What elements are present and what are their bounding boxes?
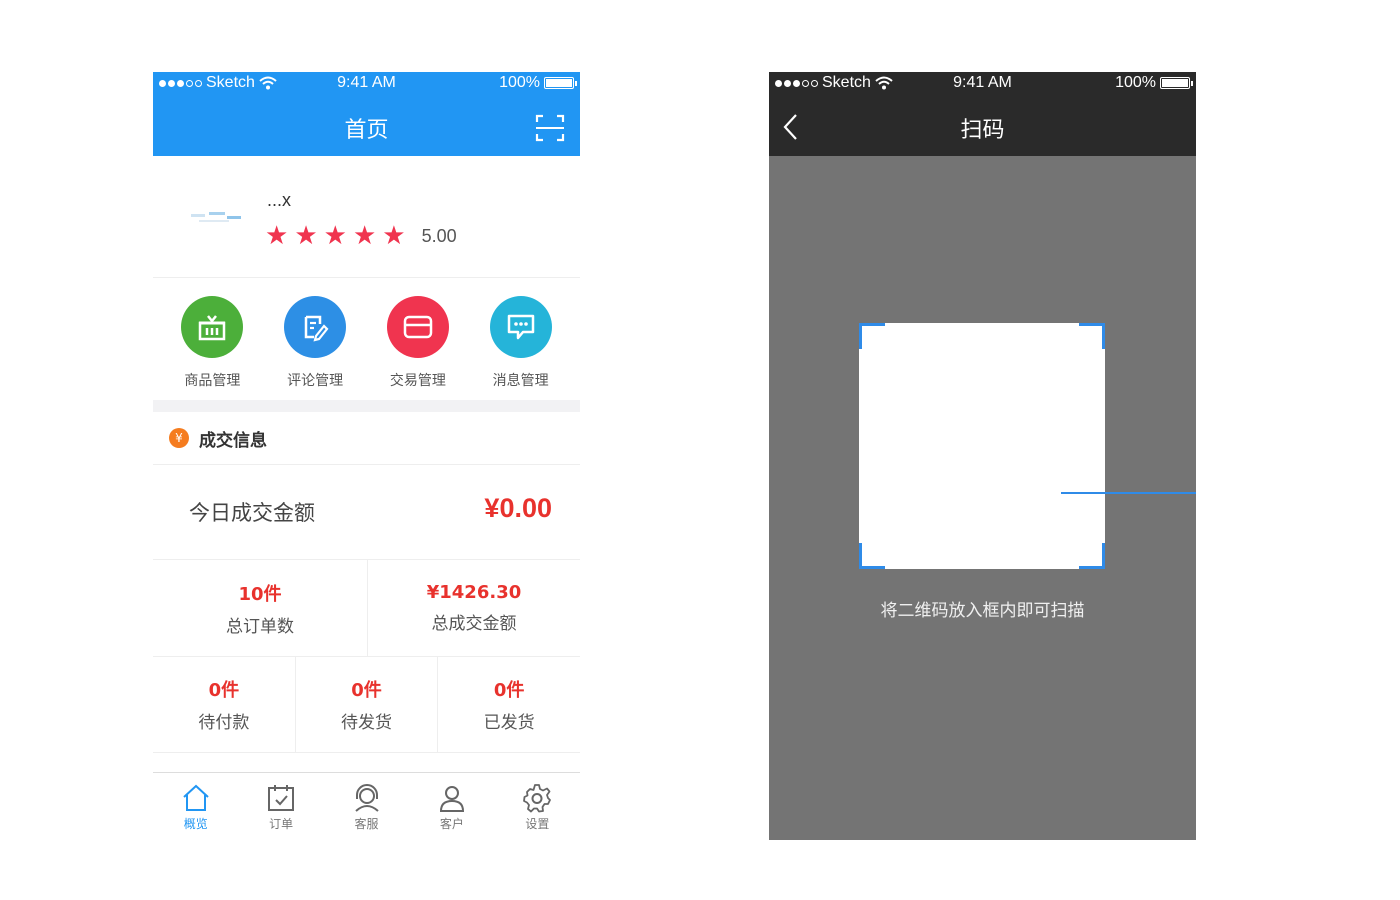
edit-note-icon (284, 296, 347, 358)
star-icon: ★ (265, 221, 289, 251)
frame-corner (859, 323, 885, 349)
tab-service[interactable]: 客服 (324, 773, 409, 840)
shop-logo (191, 212, 241, 222)
quick-action-goods[interactable]: 商品管理 (167, 278, 257, 400)
stat-value: 0件 (208, 680, 240, 701)
yen-icon: ¥ (169, 428, 189, 448)
tab-overview[interactable]: 概览 (153, 773, 238, 840)
scan-line (1061, 492, 1196, 494)
stat-value: 0件 (351, 680, 382, 701)
star-icon: ★ (323, 221, 347, 251)
scan-icon (535, 114, 565, 142)
page-title: 扫码 (960, 118, 1005, 143)
tab-label: 客服 (354, 817, 379, 831)
tab-label: 设置 (525, 817, 550, 831)
battery-icon (544, 77, 577, 89)
stat-value: ¥1426.30 (426, 582, 522, 603)
stat-label: 待发货 (341, 713, 392, 733)
battery-label: 100% (1115, 74, 1156, 91)
scan-button[interactable] (534, 112, 566, 144)
scan-header: Sketch 9:41 AM 100% 扫码 (769, 72, 1196, 156)
headset-icon (354, 784, 379, 812)
page-title: 首页 (344, 118, 389, 143)
quick-action-label: 交易管理 (389, 373, 446, 389)
stat-label: 待付款 (198, 713, 250, 733)
tab-settings[interactable]: 设置 (495, 773, 580, 840)
stat-label: 总订单数 (226, 616, 294, 637)
today-sales-label: 今日成交金额 (189, 501, 315, 525)
today-sales: 今日成交金额 ¥0.00 (153, 465, 580, 560)
section-title: 成交信息 (199, 430, 267, 451)
rating-stars: ★ ★ ★ ★ ★ 5.00 (265, 220, 457, 252)
quick-action-label: 消息管理 (492, 373, 549, 389)
shop-name: ...x (267, 190, 292, 210)
tab-label: 订单 (269, 817, 294, 831)
stat-value: 10件 (238, 583, 282, 605)
star-icon: ★ (382, 221, 406, 251)
status-bar: Sketch 9:41 AM 100% (769, 72, 1196, 94)
stat-pending-payment[interactable]: 0件 待付款 (153, 657, 295, 752)
tab-label: 客户 (439, 817, 464, 831)
section-header: ¥ 成交信息 (153, 412, 580, 465)
user-icon (439, 786, 464, 812)
battery-icon (1160, 77, 1193, 89)
shop-profile[interactable]: ...x ★ ★ ★ ★ ★ 5.00 (153, 156, 580, 278)
section-divider (153, 400, 580, 412)
tab-customers[interactable]: 客户 (409, 773, 494, 840)
frame-corner (1079, 543, 1105, 569)
home-screen: Sketch 9:41 AM 100% 首页 ...x ★ ★ ★ ★ ★ 5.… (153, 72, 580, 840)
chat-icon (489, 296, 552, 358)
stat-label: 已发货 (483, 713, 535, 733)
tab-label: 概览 (183, 817, 208, 831)
stat-total-amount[interactable]: ¥1426.30 总成交金额 (367, 560, 580, 656)
gear-icon (523, 784, 552, 813)
quick-action-label: 商品管理 (184, 373, 241, 389)
calendar-check-icon (268, 785, 295, 811)
stat-pending-shipment[interactable]: 0件 待发货 (294, 657, 438, 752)
scan-screen: Sketch 9:41 AM 100% 扫码 将二维码放入框内即可扫描 (769, 72, 1196, 840)
stat-label: 总成交金额 (431, 614, 517, 634)
stats-row-totals: 10件 总订单数 ¥1426.30 总成交金额 (153, 560, 580, 657)
basket-icon (181, 296, 244, 358)
quick-action-label: 评论管理 (287, 373, 344, 389)
stats-row-status: 0件 待付款 0件 待发货 0件 已发货 (153, 657, 580, 753)
rating-value: 5.00 (421, 225, 457, 246)
tab-bar: 概览 订单 客服 客户 设置 (153, 772, 580, 840)
tab-orders[interactable]: 订单 (238, 773, 323, 840)
status-bar: Sketch 9:41 AM 100% (153, 72, 580, 94)
frame-corner (1079, 323, 1105, 349)
battery-label: 100% (499, 74, 540, 91)
home-header: Sketch 9:41 AM 100% 首页 (153, 72, 580, 156)
scan-hint: 将二维码放入框内即可扫描 (880, 601, 1085, 621)
frame-corner (859, 543, 885, 569)
quick-action-messages[interactable]: 消息管理 (476, 278, 566, 400)
quick-actions: 商品管理 评论管理 交易管理 消息管理 (153, 278, 580, 400)
card-icon (386, 296, 449, 358)
stat-value: 0件 (493, 680, 525, 701)
scan-frame (859, 323, 1105, 569)
stat-total-orders[interactable]: 10件 总订单数 (153, 560, 367, 656)
quick-action-reviews[interactable]: 评论管理 (270, 278, 360, 400)
today-sales-value: ¥0.00 (484, 493, 552, 523)
stat-shipped[interactable]: 0件 已发货 (437, 657, 580, 752)
star-icon: ★ (294, 221, 318, 251)
star-icon: ★ (352, 221, 377, 251)
quick-action-trades[interactable]: 交易管理 (373, 278, 463, 400)
home-icon (183, 784, 209, 811)
